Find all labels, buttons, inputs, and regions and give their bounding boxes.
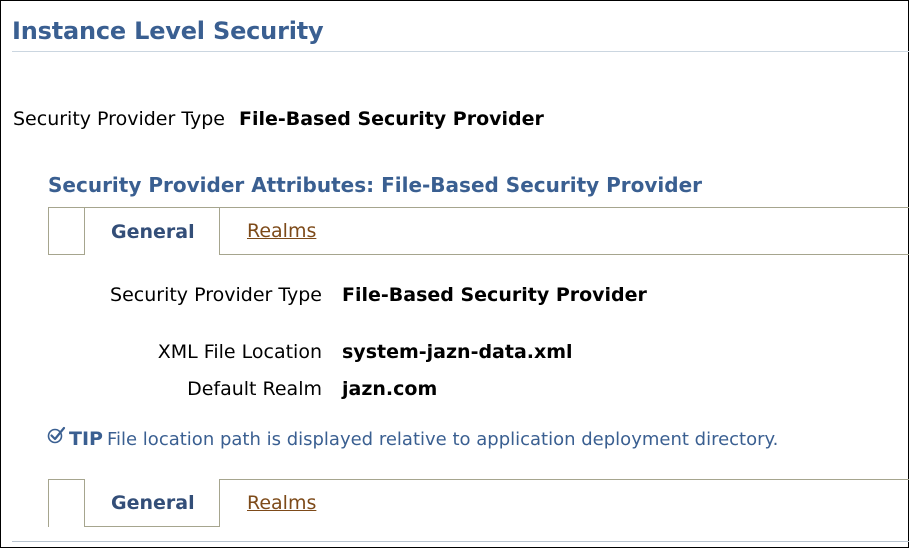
tab-bar-top: General Realms — [48, 207, 909, 255]
attr-default-realm-label: Default Realm — [187, 378, 322, 400]
tab-realms-link[interactable]: Realms — [247, 220, 316, 242]
tab-general-label: General — [111, 221, 195, 243]
tab-bar-bottom: General Realms — [48, 479, 909, 527]
title-divider — [12, 51, 909, 52]
page-frame: Instance Level Security Security Provide… — [0, 0, 909, 548]
attr-xml-location-value: system-jazn-data.xml — [342, 341, 573, 363]
tab-bar-lead-bottom — [48, 479, 85, 527]
section-title: Security Provider Attributes: File-Based… — [48, 173, 703, 197]
provider-type-row: Security Provider Type File-Based Securit… — [13, 108, 544, 130]
tip-label: TIP — [69, 428, 103, 450]
tab-realms-top-area: Realms — [220, 207, 909, 255]
tab-general-bottom[interactable]: General — [84, 479, 220, 527]
provider-type-value: File-Based Security Provider — [238, 108, 544, 130]
tab-realms-link-bottom[interactable]: Realms — [247, 492, 316, 514]
attr-xml-location-label: XML File Location — [157, 341, 322, 363]
attr-default-realm-value: jazn.com — [342, 378, 438, 400]
attr-provider-type-value: File-Based Security Provider — [342, 284, 647, 306]
provider-type-label: Security Provider Type — [13, 108, 225, 130]
tab-general-label-bottom: General — [111, 492, 195, 514]
tip-text: File location path is displayed relative… — [106, 429, 779, 450]
bottom-divider — [12, 541, 909, 542]
tip-message: TIP File location path is displayed relat… — [47, 426, 779, 450]
checkmark-tip-icon — [47, 426, 67, 446]
tab-bar-lead — [48, 207, 85, 255]
tab-realms-bottom-area: Realms — [220, 479, 909, 526]
attr-provider-type-label: Security Provider Type — [110, 284, 322, 306]
page-title: Instance Level Security — [12, 17, 324, 45]
tab-general-top[interactable]: General — [84, 207, 220, 255]
